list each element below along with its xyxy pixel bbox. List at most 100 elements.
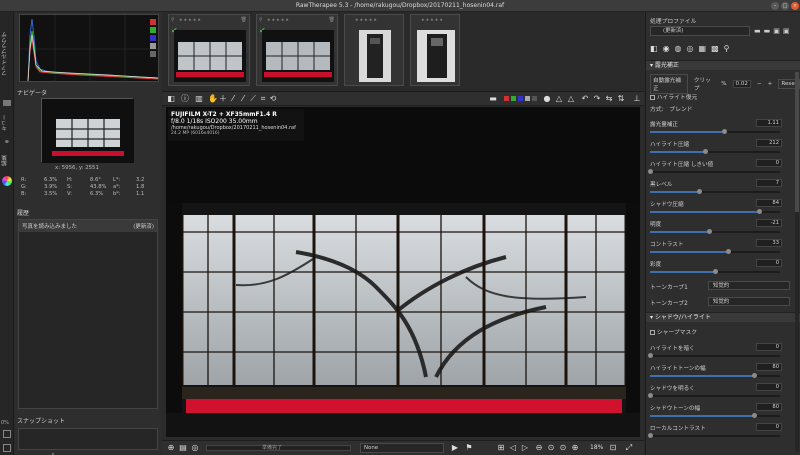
slider-knob[interactable] xyxy=(752,413,757,418)
luminance-preview-icon[interactable] xyxy=(525,96,530,101)
lock-icon[interactable]: ⊕ xyxy=(166,443,176,453)
previous-icon[interactable]: ◁ xyxy=(508,443,518,453)
slider-track[interactable] xyxy=(650,395,780,397)
exposure-slider[interactable]: 明度 -21 xyxy=(650,219,782,238)
red-channel-icon[interactable] xyxy=(150,19,156,25)
output-profile-select[interactable]: None xyxy=(360,443,444,453)
tab-color-icon[interactable]: ◍ xyxy=(675,44,682,53)
zoom-in-icon[interactable]: ⊕ xyxy=(570,443,580,453)
focus-mask-icon[interactable] xyxy=(532,96,537,101)
exposure-slider[interactable]: コントラスト 33 xyxy=(650,239,782,258)
shadows-highlights-slider[interactable]: シャドウを明るく 0 xyxy=(648,383,782,402)
folder-icon[interactable] xyxy=(3,100,11,106)
thumbnail-4[interactable]: ★★★★★ xyxy=(410,14,460,86)
thumbnail-3[interactable]: ★★★★★ xyxy=(344,14,404,86)
thumbnail-2[interactable]: ⚲ ★★★★★ 🗑 ✔ xyxy=(256,14,338,86)
highlight-recovery-checkbox[interactable] xyxy=(650,95,655,100)
right-panel-scrollbar[interactable] xyxy=(795,72,799,452)
rating-stars[interactable]: ★★★★★ xyxy=(267,17,290,22)
link-icon[interactable]: ⚭ xyxy=(4,138,10,146)
fullscreen-icon[interactable] xyxy=(3,444,11,452)
exposure-slider[interactable]: 彩度 0 xyxy=(650,259,782,278)
method-select[interactable]: ブレンド xyxy=(669,107,692,113)
slider-value-input[interactable]: 0 xyxy=(756,383,782,391)
before-after-icon[interactable]: ▥ xyxy=(194,94,204,104)
minimize-button[interactable]: – xyxy=(771,2,779,10)
slider-knob[interactable] xyxy=(702,149,708,154)
tab-metadata-icon[interactable]: ⚲ xyxy=(724,44,730,53)
paste-profile-icon[interactable]: ▣ xyxy=(783,27,790,35)
thumbnail-1[interactable]: ⚲ ★★★★★ 🗑 ✔ xyxy=(168,14,250,86)
red-preview-icon[interactable] xyxy=(504,96,509,101)
crop-icon[interactable]: ⌗ xyxy=(258,94,268,104)
slider-knob[interactable] xyxy=(648,393,653,398)
blue-preview-icon[interactable] xyxy=(518,96,523,101)
rotate-right-icon[interactable]: ↷ xyxy=(592,94,602,104)
play-icon[interactable]: ▶ xyxy=(450,443,460,453)
preview-mode-icon[interactable]: ▬ xyxy=(488,94,498,104)
sharp-mask-checkbox[interactable] xyxy=(650,330,655,335)
crosshair-icon[interactable]: ＋ xyxy=(218,94,228,104)
flag-icon[interactable]: ⚑ xyxy=(464,443,474,453)
slider-value-input[interactable]: 84 xyxy=(756,199,782,207)
fit-icon[interactable]: ⊞ xyxy=(496,443,506,453)
shadows-highlights-slider[interactable]: ローカルコントラスト 0 xyxy=(648,423,782,442)
trash-icon[interactable]: 🗑 xyxy=(329,17,335,23)
transform-icon[interactable]: ⟲ xyxy=(268,94,278,104)
slider-value-input[interactable]: 33 xyxy=(756,239,782,247)
slider-knob[interactable] xyxy=(726,249,731,254)
profile-select[interactable]: (更新済) xyxy=(650,26,750,36)
slider-track[interactable] xyxy=(650,171,780,173)
sharp-mask-row[interactable]: シャープマスク xyxy=(650,327,697,336)
zoom-fit-icon[interactable]: ⊙ xyxy=(546,443,556,453)
color-picker-icon[interactable]: ⁄ xyxy=(228,94,238,104)
image-canvas[interactable]: FUJIFILM X-T2 + XF35mmF1.4 R f/8.0 1/18s… xyxy=(166,107,640,437)
slider-value-input[interactable]: 0 xyxy=(756,159,782,167)
histogram-toggle-icon[interactable]: ▤ xyxy=(178,443,188,453)
slider-value-input[interactable]: 212 xyxy=(756,139,782,147)
slider-value-input[interactable]: 80 xyxy=(756,363,782,371)
color-wheel-icon[interactable] xyxy=(2,176,12,186)
exposure-slider[interactable]: シャドウ圧縮 84 xyxy=(650,199,782,218)
exposure-section-header[interactable]: ▾ 露光補正 xyxy=(646,60,800,70)
slider-value-input[interactable]: 80 xyxy=(756,403,782,411)
green-preview-icon[interactable] xyxy=(511,96,516,101)
blue-channel-icon[interactable] xyxy=(150,35,156,41)
slider-knob[interactable] xyxy=(706,229,712,234)
shadows-highlights-slider[interactable]: ハイライトトーンの幅 80 xyxy=(650,363,782,382)
highlight-recovery-row[interactable]: ハイライト復元 xyxy=(650,92,697,101)
zoom-100-icon[interactable]: ⊙ xyxy=(558,443,568,453)
toggle-panels-icon[interactable]: ⤢ xyxy=(624,443,634,453)
straighten-icon[interactable]: ⟋ xyxy=(248,94,258,104)
tab-editor[interactable]: 編集 xyxy=(1,150,13,172)
navigator-preview[interactable] xyxy=(41,98,134,163)
tone-curve-2-select[interactable]: 知覚的 xyxy=(708,297,790,306)
window-icon[interactable] xyxy=(3,430,11,438)
slider-knob[interactable] xyxy=(752,373,757,378)
tab-detail-icon[interactable]: ◉ xyxy=(663,44,670,53)
green-channel-icon[interactable] xyxy=(150,27,156,33)
slider-knob[interactable] xyxy=(757,209,763,214)
exposure-slider[interactable]: ハイライト圧縮 しきい値 0 xyxy=(648,159,782,178)
rating-stars[interactable]: ★★★★★ xyxy=(179,17,202,22)
slider-value-input[interactable]: 0 xyxy=(756,423,782,431)
hand-tool-icon[interactable]: ✋ xyxy=(208,94,218,104)
rating-stars[interactable]: ★★★★★ xyxy=(421,17,444,22)
tab-advanced-icon[interactable]: ◎ xyxy=(687,44,694,53)
maximize-button[interactable]: □ xyxy=(781,2,789,10)
slider-knob[interactable] xyxy=(713,269,718,274)
flip-vertical-icon[interactable]: ⇅ xyxy=(616,94,626,104)
tab-queue[interactable]: キュー xyxy=(1,112,13,134)
slider-value-input[interactable]: 1.11 xyxy=(756,119,782,127)
tab-transform-icon[interactable]: ▦ xyxy=(699,44,707,53)
raw-histogram-icon[interactable] xyxy=(150,51,156,57)
scrollbar-thumb[interactable] xyxy=(795,72,799,212)
close-button[interactable]: × xyxy=(791,2,799,10)
zoom-out-icon[interactable]: ⊖ xyxy=(534,443,544,453)
slider-value-input[interactable]: 7 xyxy=(756,179,782,187)
rotate-left-icon[interactable]: ↶ xyxy=(580,94,590,104)
luminance-channel-icon[interactable] xyxy=(150,43,156,49)
flip-horizontal-icon[interactable]: ⇆ xyxy=(604,94,614,104)
shadows-highlights-slider[interactable]: ハイライトを暗く 0 xyxy=(648,343,782,362)
slider-value-input[interactable]: 0 xyxy=(756,259,782,267)
